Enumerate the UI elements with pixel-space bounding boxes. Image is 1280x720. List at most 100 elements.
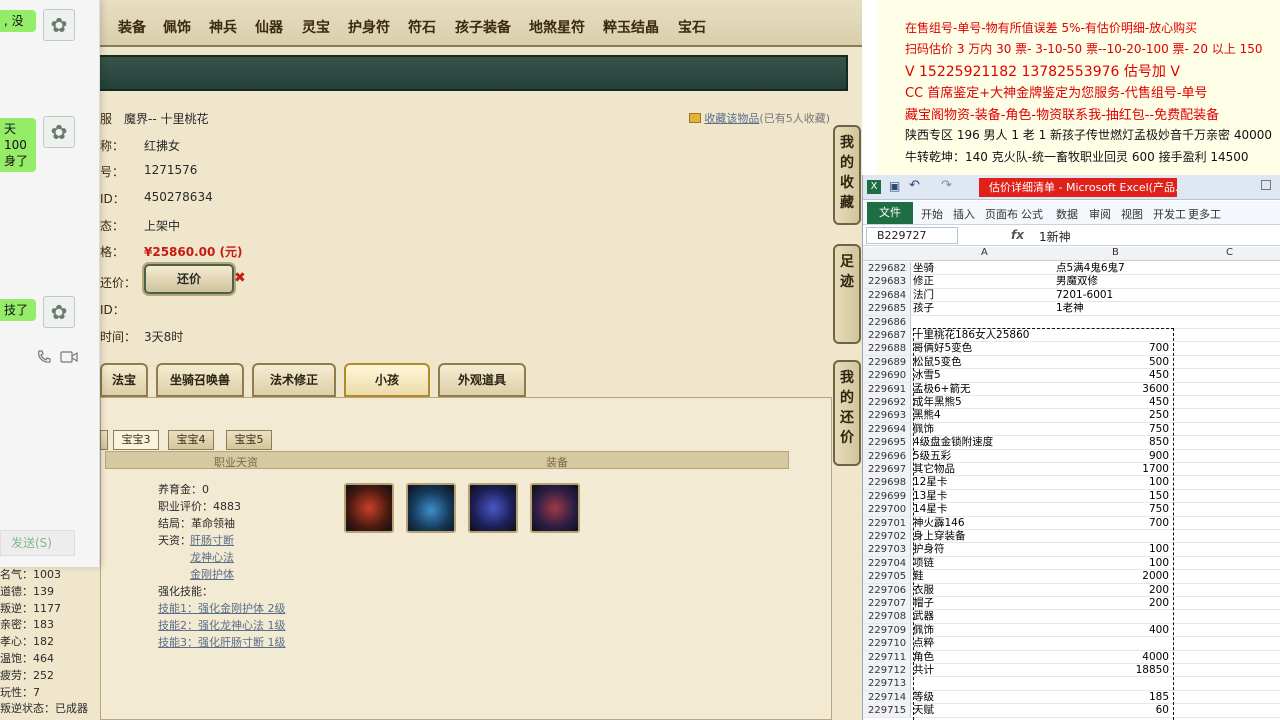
- row-number[interactable]: 229696: [863, 449, 911, 463]
- skill-2[interactable]: 技能2：强化龙神心法 1级: [158, 617, 286, 633]
- row-number[interactable]: 229708: [863, 610, 911, 624]
- row-number[interactable]: 229703: [863, 543, 911, 557]
- subtab-baby-3[interactable]: 宝宝3: [113, 430, 159, 450]
- tab-appearance[interactable]: 外观道具: [438, 363, 526, 397]
- redo-icon[interactable]: ↷: [941, 178, 952, 193]
- fx-icon[interactable]: fx: [1011, 228, 1024, 242]
- tab-child[interactable]: 小孩: [344, 363, 430, 397]
- cell-a[interactable]: 修正: [913, 275, 1055, 288]
- row-number[interactable]: 229686: [863, 315, 911, 329]
- ribbon-tab[interactable]: 公式: [1021, 206, 1043, 222]
- talent-3[interactable]: 金刚护体: [190, 566, 234, 582]
- nav-item[interactable]: 装备: [118, 17, 146, 37]
- cell-b[interactable]: 7201-6001: [1056, 289, 1173, 302]
- formula-value[interactable]: 1新神: [1039, 228, 1071, 245]
- send-button[interactable]: 发送(S): [0, 530, 75, 556]
- nav-item[interactable]: 孩子装备: [455, 17, 511, 37]
- favorite-link[interactable]: 收藏该物品(已有5人收藏): [689, 110, 830, 126]
- col-header-b[interactable]: B: [1112, 247, 1119, 258]
- tab-spell-mods[interactable]: 法术修正: [252, 363, 336, 397]
- nav-item[interactable]: 粹玉结晶: [603, 17, 659, 37]
- name-box[interactable]: B229727: [866, 227, 958, 244]
- tab-mount-pets[interactable]: 坐骑召唤兽: [156, 363, 244, 397]
- row-number[interactable]: 229692: [863, 396, 911, 409]
- ribbon-tab[interactable]: 视图: [1121, 206, 1143, 222]
- row-number[interactable]: 229682: [863, 262, 911, 275]
- ribbon-tab[interactable]: 数据: [1056, 206, 1078, 222]
- equip-slot-3[interactable]: [468, 483, 518, 533]
- row-number[interactable]: 229693: [863, 409, 911, 423]
- row-number[interactable]: 229715: [863, 704, 911, 718]
- cell-a[interactable]: 孩子: [913, 302, 1055, 315]
- row-number[interactable]: 229699: [863, 489, 911, 503]
- row-number[interactable]: 229706: [863, 583, 911, 597]
- nav-item[interactable]: 地煞星符: [529, 17, 585, 37]
- ribbon-tab[interactable]: 审阅: [1089, 206, 1111, 222]
- equip-slot-4[interactable]: [530, 483, 580, 533]
- nav-item[interactable]: 神兵: [209, 17, 237, 37]
- subtab-baby-4[interactable]: 宝宝4: [168, 430, 214, 450]
- ribbon-tab[interactable]: 页面布: [985, 206, 1018, 222]
- equip-slot-1[interactable]: [344, 483, 394, 533]
- my-favorites-button[interactable]: 我的收藏: [833, 125, 861, 225]
- maximize-icon[interactable]: [1261, 180, 1271, 190]
- counter-offer-button[interactable]: 还价: [144, 264, 234, 294]
- file-tab[interactable]: 文件: [867, 202, 913, 224]
- row-number[interactable]: 229688: [863, 342, 911, 356]
- video-call-icon[interactable]: [60, 350, 78, 364]
- row-number[interactable]: 229704: [863, 556, 911, 570]
- row-number[interactable]: 229702: [863, 530, 911, 543]
- row-number[interactable]: 229713: [863, 677, 911, 691]
- my-offers-button[interactable]: 我的还价: [833, 360, 861, 466]
- save-icon[interactable]: ▣: [889, 179, 900, 193]
- cell-a[interactable]: 坐骑: [913, 262, 1055, 275]
- col-header-c[interactable]: C: [1226, 247, 1233, 258]
- nav-item[interactable]: 符石: [408, 17, 436, 37]
- nav-item[interactable]: 灵宝: [302, 17, 330, 37]
- row-number[interactable]: 229685: [863, 302, 911, 316]
- cell-b[interactable]: 点5满4鬼6鬼7: [1056, 262, 1173, 275]
- skill-3[interactable]: 技能3：强化肝肠寸断 1级: [158, 634, 286, 650]
- undo-icon[interactable]: ↶: [909, 178, 920, 193]
- nav-item[interactable]: 宝石: [678, 17, 706, 37]
- row-number[interactable]: 229689: [863, 355, 911, 369]
- row-number[interactable]: 229709: [863, 623, 911, 637]
- cell-b[interactable]: 男魔双修: [1056, 275, 1173, 288]
- row-number[interactable]: 229712: [863, 664, 911, 677]
- nav-item[interactable]: 仙器: [255, 17, 283, 37]
- subtab-partial[interactable]: [100, 430, 108, 450]
- row-number[interactable]: 229687: [863, 329, 911, 342]
- row-number[interactable]: 229714: [863, 690, 911, 704]
- equip-slot-2[interactable]: [406, 483, 456, 533]
- footprint-button[interactable]: 足迹: [833, 244, 861, 344]
- ribbon-tab[interactable]: 开始: [921, 206, 943, 222]
- row-number[interactable]: 229707: [863, 597, 911, 610]
- row-number[interactable]: 229695: [863, 436, 911, 450]
- ribbon-tab[interactable]: 插入: [953, 206, 975, 222]
- row-number[interactable]: 229697: [863, 463, 911, 476]
- row-number[interactable]: 229691: [863, 382, 911, 396]
- subtab-baby-5[interactable]: 宝宝5: [226, 430, 272, 450]
- nav-item[interactable]: 护身符: [348, 17, 390, 37]
- row-number[interactable]: 229698: [863, 476, 911, 490]
- skill-1[interactable]: 技能1：强化金刚护体 2级: [158, 600, 286, 616]
- row-number[interactable]: 229700: [863, 503, 911, 517]
- phone-icon[interactable]: [36, 349, 52, 365]
- row-number[interactable]: 229690: [863, 369, 911, 383]
- row-number[interactable]: 229683: [863, 275, 911, 289]
- cell-a[interactable]: 法门: [913, 289, 1055, 302]
- col-header-a[interactable]: A: [981, 247, 988, 258]
- talent-1[interactable]: 肝肠寸断: [190, 532, 234, 548]
- ribbon-tab[interactable]: 更多工: [1188, 206, 1221, 222]
- nav-item[interactable]: 佩饰: [163, 17, 191, 37]
- cell-b[interactable]: 1老神: [1056, 302, 1173, 315]
- row-number[interactable]: 229705: [863, 570, 911, 584]
- row-number[interactable]: 229711: [863, 650, 911, 664]
- row-number[interactable]: 229694: [863, 422, 911, 436]
- row-number[interactable]: 229701: [863, 516, 911, 530]
- tab-fabao[interactable]: 法宝: [100, 363, 148, 397]
- talent-2[interactable]: 龙神心法: [190, 549, 234, 565]
- row-number[interactable]: 229710: [863, 637, 911, 651]
- row-number[interactable]: 229684: [863, 288, 911, 302]
- ribbon-tab[interactable]: 开发工: [1153, 206, 1186, 222]
